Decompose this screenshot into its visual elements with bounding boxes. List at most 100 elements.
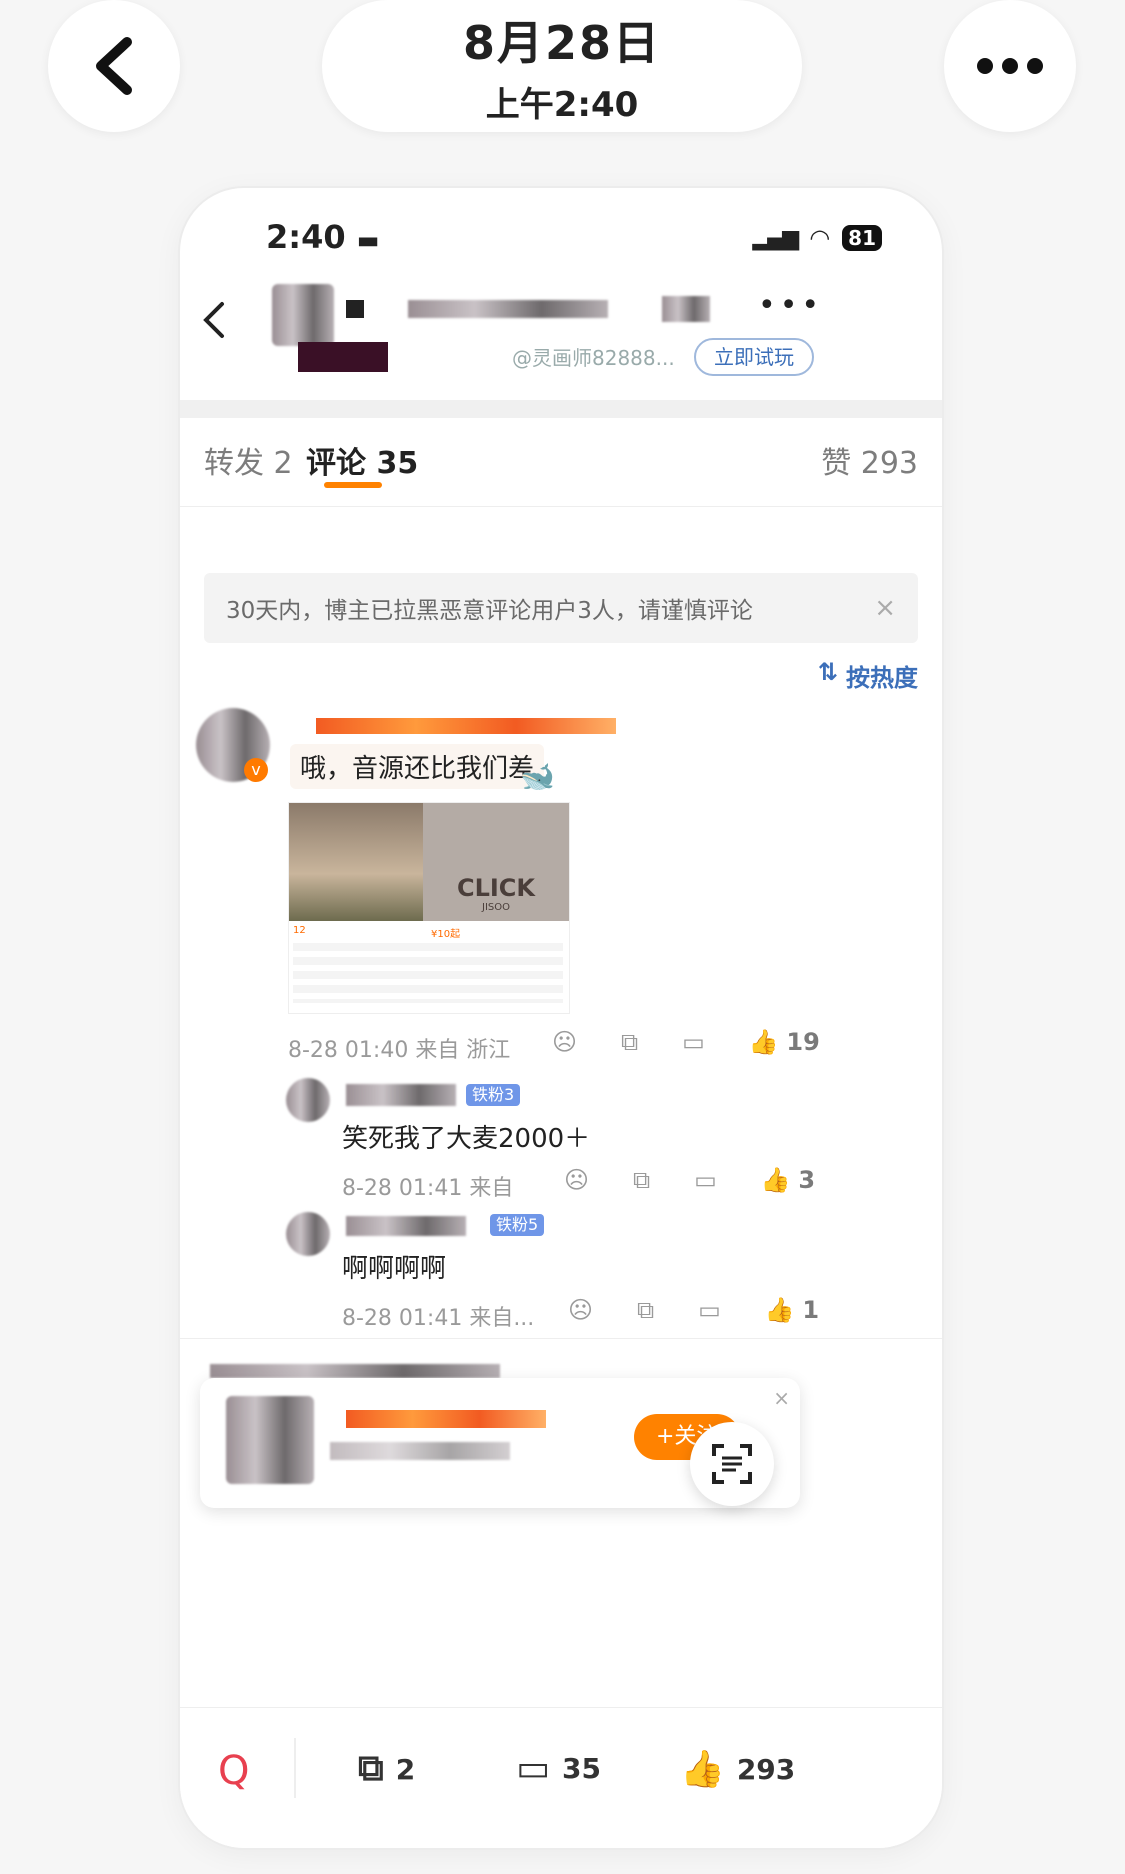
- like-button[interactable]: 👍 3: [761, 1166, 815, 1194]
- sort-button[interactable]: ⇅ 按热度: [818, 658, 918, 693]
- reply-name-blur: [346, 1216, 466, 1236]
- repost-count: 2: [395, 1752, 416, 1786]
- fan-badge: 铁粉3: [466, 1084, 521, 1106]
- reply-text: 啊啊啊啊: [342, 1254, 447, 1284]
- reply-icon[interactable]: ▭: [694, 1166, 717, 1194]
- like-count: 19: [786, 1028, 820, 1056]
- tab-indicator: [324, 482, 382, 488]
- comment-text: 哦，音源还比我们差: [290, 744, 545, 789]
- time-label: 上午2:40: [485, 84, 639, 125]
- status-time: 2:40 ▬: [266, 218, 380, 256]
- thumbs-up-icon: 👍: [748, 1028, 779, 1056]
- comment-count: 35: [562, 1752, 601, 1785]
- date-header: 8月28日 上午2:40: [322, 0, 802, 132]
- bottom-action-bar: Q ⧉ 2 ▭ 35 👍 293: [180, 1707, 942, 1848]
- album-logo: CLICK: [456, 874, 536, 902]
- author-name-blur: [346, 300, 364, 318]
- fan-badge: 铁粉5: [490, 1214, 545, 1236]
- repost-icon: ⧉: [358, 1748, 384, 1789]
- comment-icon: ▭: [516, 1748, 551, 1789]
- reply-icon[interactable]: ▭: [682, 1028, 705, 1056]
- chevron-left-icon: [203, 302, 224, 338]
- thumbs-up-icon: 👍: [760, 1166, 791, 1194]
- title-blur: [408, 300, 608, 318]
- try-button[interactable]: 立即试玩: [694, 338, 814, 376]
- nav-back-button[interactable]: [200, 298, 228, 346]
- album-cover: CLICK JISOO: [423, 803, 569, 921]
- reply-avatar[interactable]: [286, 1212, 330, 1256]
- image-price: ¥10起: [431, 929, 461, 940]
- photo-left: [289, 803, 423, 921]
- more-icon: [977, 58, 1043, 74]
- share-icon[interactable]: ⧉: [633, 1166, 650, 1194]
- car-icon: ▬: [356, 226, 380, 254]
- reply-meta: 8-28 01:41 来自: [342, 1176, 514, 1201]
- wifi-icon: ◠: [809, 224, 831, 252]
- popup-name-blur: [346, 1410, 546, 1428]
- emoji-icon[interactable]: ☹: [564, 1166, 589, 1194]
- phone-screenshot: 2:40 ▬ ▂▄▆ ◠ 81 ••• @灵画师82888... 立即试玩 转发…: [180, 188, 942, 1848]
- whale-icon: 🐋: [520, 760, 555, 793]
- emoji-icon[interactable]: ☹: [568, 1296, 593, 1324]
- like-count: 1: [802, 1296, 820, 1324]
- share-icon[interactable]: ⧉: [621, 1028, 638, 1056]
- image-details: [293, 943, 563, 1003]
- battery-icon: 81: [842, 225, 882, 251]
- reply-avatar[interactable]: [286, 1078, 330, 1122]
- popup-avatar[interactable]: [226, 1396, 314, 1484]
- comment-button[interactable]: ▭ 35: [516, 1748, 601, 1789]
- bottom-like-button[interactable]: 👍 293: [680, 1748, 795, 1790]
- more-button[interactable]: [944, 0, 1076, 132]
- chevron-left-icon: [96, 37, 132, 95]
- reply-text: 笑死我了大麦2000＋: [342, 1124, 591, 1154]
- verified-badge-icon: v: [244, 758, 268, 782]
- bar-divider: [294, 1738, 296, 1798]
- comment-divider: [180, 1338, 942, 1339]
- comment-image[interactable]: CLICK JISOO 12 ¥10起: [288, 802, 570, 1014]
- thumbs-up-icon: 👍: [764, 1296, 795, 1324]
- reply-meta: 8-28 01:41 来自...: [342, 1306, 535, 1331]
- commenter-name-blur: [316, 718, 616, 734]
- author-avatar[interactable]: [272, 284, 334, 346]
- nav-more-icon[interactable]: •••: [758, 288, 823, 323]
- comment-actions: ☹ ⧉ ▭ 👍 19: [552, 1028, 820, 1056]
- comment-meta: 8-28 01:40 来自 浙江: [288, 1038, 511, 1063]
- section-divider: [180, 400, 942, 418]
- blacklist-notice: 30天内，博主已拉黑恶意评论用户3人，请谨慎评论 ×: [204, 573, 918, 643]
- tab-divider: [180, 506, 942, 507]
- scan-text-icon: [712, 1444, 752, 1484]
- repost-button[interactable]: ⧉ 2: [358, 1748, 415, 1790]
- signal-icon: ▂▄▆: [752, 225, 799, 251]
- tab-likes[interactable]: 赞 293: [821, 438, 918, 482]
- back-button[interactable]: [48, 0, 180, 132]
- bottom-like-count: 293: [736, 1752, 796, 1786]
- reply-actions: ☹ ⧉ ▭ 👍 1: [568, 1296, 819, 1324]
- scan-button[interactable]: [690, 1422, 774, 1506]
- like-button[interactable]: 👍 19: [749, 1028, 820, 1056]
- emoji-icon[interactable]: ☹: [552, 1028, 577, 1056]
- attribution-text: @灵画师82888...: [512, 346, 675, 370]
- share-icon[interactable]: ⧉: [637, 1296, 654, 1324]
- close-icon[interactable]: ×: [874, 593, 896, 623]
- like-button[interactable]: 👍 1: [765, 1296, 819, 1324]
- post-thumbnail: [298, 342, 388, 372]
- reply-actions: ☹ ⧉ ▭ 👍 3: [564, 1166, 815, 1194]
- notice-text: 30天内，博主已拉黑恶意评论用户3人，请谨慎评论: [226, 598, 753, 624]
- reply-name-blur: [346, 1084, 456, 1106]
- thumbs-up-icon: 👍: [680, 1749, 725, 1790]
- album-sub: JISOO: [482, 902, 510, 913]
- like-count: 3: [798, 1166, 816, 1194]
- reply-icon[interactable]: ▭: [698, 1296, 721, 1324]
- search-icon[interactable]: Q: [218, 1748, 249, 1794]
- sort-icon: ⇅: [817, 658, 838, 686]
- status-icons: ▂▄▆ ◠ 81: [752, 224, 882, 252]
- next-comment-blur: [210, 1364, 500, 1378]
- tab-repost[interactable]: 转发 2: [204, 438, 293, 482]
- close-icon[interactable]: ×: [773, 1386, 790, 1410]
- popup-desc-blur: [330, 1442, 510, 1460]
- tab-comments[interactable]: 评论 35: [306, 438, 418, 482]
- listen-icon[interactable]: [662, 296, 710, 322]
- date-label: 8月28日: [462, 15, 662, 70]
- sort-label: 按热度: [846, 664, 918, 692]
- image-label: 12: [293, 925, 306, 936]
